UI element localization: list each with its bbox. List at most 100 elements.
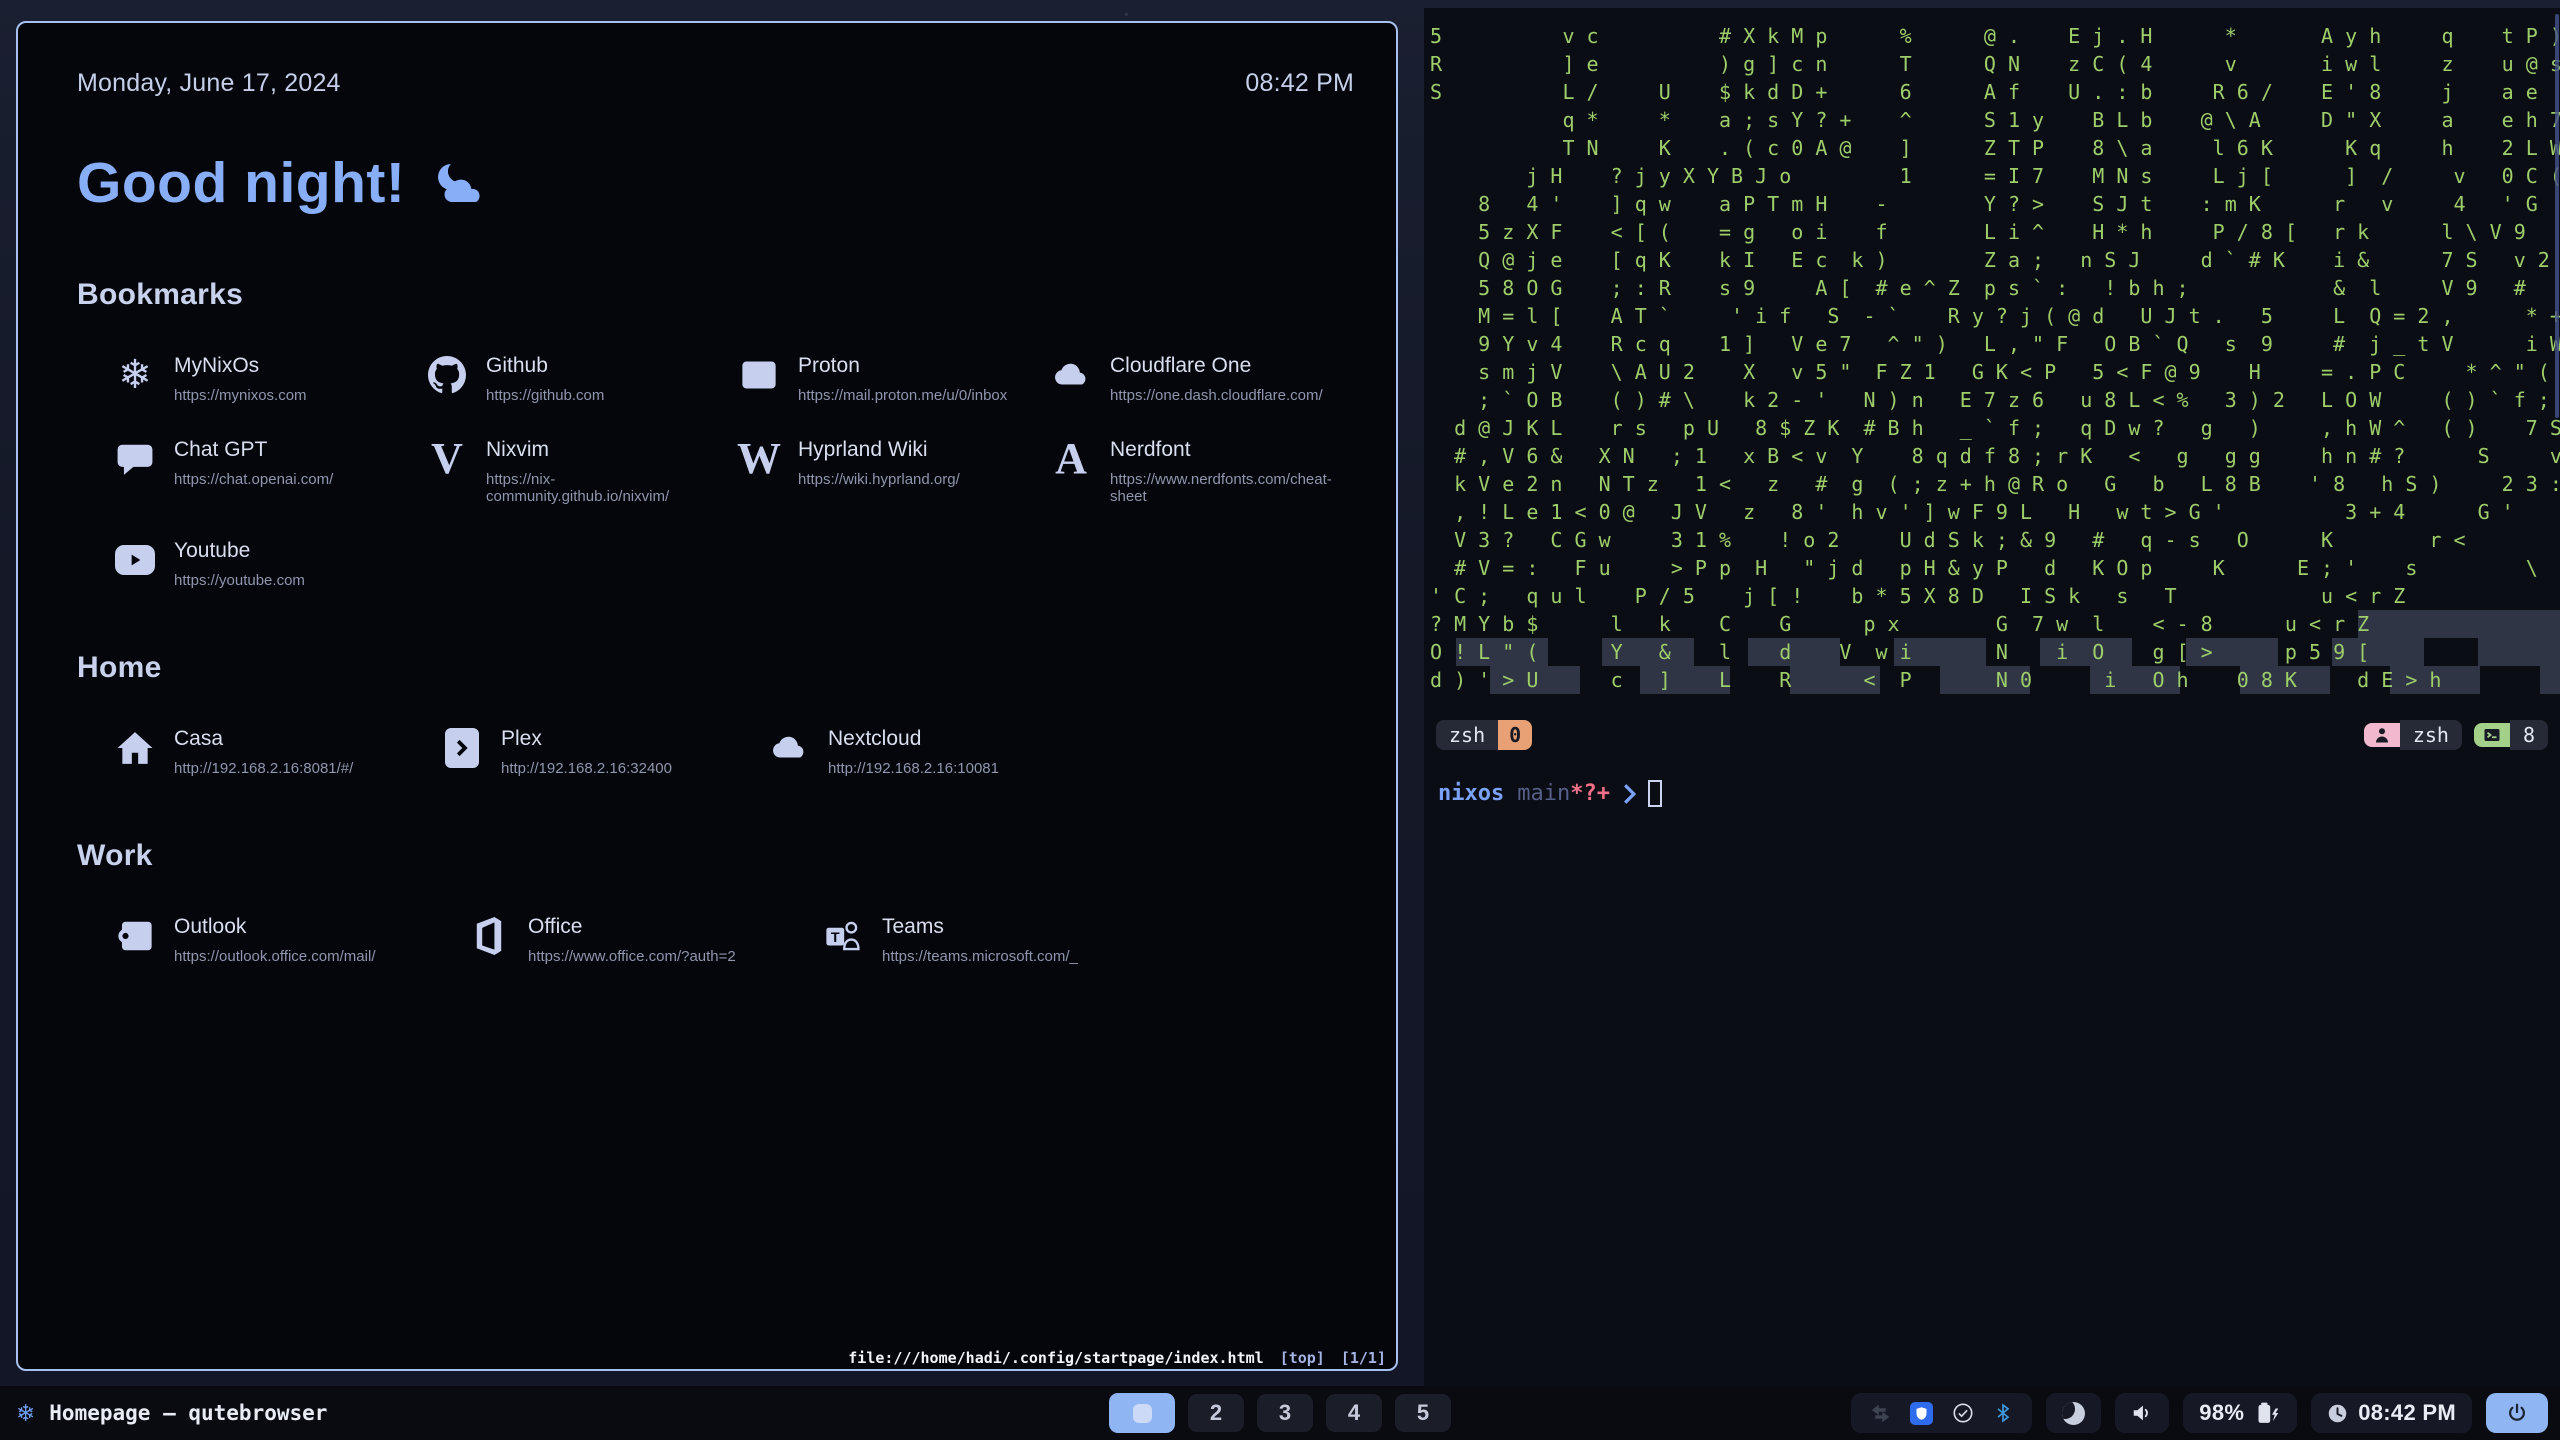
volume-control[interactable]: [2115, 1393, 2169, 1433]
workspace-button-5[interactable]: 5: [1395, 1394, 1451, 1432]
bookmark-youtube[interactable]: Youtube https://youtube.com: [113, 537, 425, 589]
desktop: { "colors": { "accent_blue": "#8fb5f3", …: [0, 0, 2560, 1440]
prompt-git-status: *?+: [1570, 781, 1610, 806]
letter-icon: A: [1049, 436, 1093, 482]
letter-A-icon: A: [1055, 437, 1087, 481]
bookmark-cloudflare-one[interactable]: Cloudflare One https://one.dash.cloudfla…: [1049, 352, 1361, 404]
matrix-row: V 3 ? C G w 3 1 % ! o 2 U d S k ; & 9 # …: [1430, 526, 2560, 554]
matrix-row: # , V 6 & X N ; 1 x B < v Y 8 q d f 8 ; …: [1430, 442, 2560, 470]
bookmark-url: http://192.168.2.16:10081: [828, 760, 999, 777]
bookmark-url: https://wiki.hyprland.org/: [798, 471, 960, 488]
system-tray: [1851, 1393, 2032, 1433]
terminal-window[interactable]: 5 v c # X k M p % @ . E j . H * A y h q …: [1424, 8, 2560, 1386]
workspace-active-indicator: [1133, 1404, 1152, 1423]
matrix-row: d @ J K L r s p U 8 $ Z K # B h _ ` f ; …: [1430, 414, 2560, 442]
matrix-row: j H ? j y X Y B J o 1 = I 7 M N s L j [ …: [1430, 162, 2560, 190]
time-text: 08:42 PM: [1245, 69, 1354, 98]
check-circle-icon[interactable]: [1952, 1402, 1974, 1424]
qutebrowser-window: Monday, June 17, 2024 08:42 PM Good nigh…: [16, 21, 1398, 1371]
cloud-icon: [770, 729, 808, 767]
bookmark-name: Youtube: [174, 539, 305, 563]
matrix-row: ; ` O B ( ) # \ k 2 - ' N ) n E 7 z 6 u …: [1430, 386, 2560, 414]
bookmark-name: Outlook: [174, 915, 375, 939]
matrix-row: 5 z X F < [ ( = g o i f L i ^ H * h P / …: [1430, 218, 2560, 246]
office-blob-icon: [470, 917, 508, 955]
bookmark-hyprland-wiki[interactable]: W Hyprland Wiki https://wiki.hyprland.or…: [737, 436, 1049, 505]
bookmark-proton[interactable]: Proton https://mail.proton.me/u/0/inbox: [737, 352, 1049, 404]
bookmark-nixvim[interactable]: V Nixvim https://nix-community.github.io…: [425, 436, 737, 505]
github-octocat-icon: [428, 356, 466, 394]
bluetooth-icon[interactable]: [1993, 1402, 2013, 1424]
power-button[interactable]: [2486, 1393, 2548, 1433]
bookmark-github[interactable]: Github https://github.com: [425, 352, 737, 404]
teams-person-icon: T: [821, 913, 865, 959]
workspaces: 2345: [1109, 1393, 1451, 1433]
prompt-host: nixos: [1438, 781, 1504, 806]
bookmark-url: https://mail.proton.me/u/0/inbox: [798, 387, 1007, 404]
bookmark-plex[interactable]: Plex http://192.168.2.16:32400: [440, 725, 767, 777]
matrix-row: q * * a ; s Y ? + ^ S 1 y B L b @ \ A D …: [1430, 106, 2560, 134]
battery-module[interactable]: 98%: [2183, 1393, 2297, 1433]
workspace-button-3[interactable]: 3: [1257, 1394, 1313, 1432]
bookmark-nextcloud[interactable]: Nextcloud http://192.168.2.16:10081: [767, 725, 1094, 777]
matrix-row: 5 8 O G ; : R s 9 A [ # e ^ Z p s ` : ! …: [1430, 274, 2560, 302]
svg-text:T: T: [831, 930, 840, 946]
plex-chevron-icon: [440, 725, 484, 771]
section-links: Outlook https://outlook.office.com/mail/…: [113, 913, 1354, 965]
bookmark-outlook[interactable]: Outlook https://outlook.office.com/mail/: [113, 913, 467, 965]
user-shell-label: zsh: [2400, 720, 2462, 750]
statusbar: file:///home/hadi/.config/startpage/inde…: [848, 1349, 1386, 1367]
terminal-scrollbar[interactable]: [2555, 14, 2559, 418]
bookmark-chat-gpt[interactable]: Chat GPT https://chat.openai.com/: [113, 436, 425, 505]
bitwarden-shield-icon[interactable]: [1910, 1402, 1933, 1425]
pane-count: 8: [2510, 720, 2548, 750]
workspace-button-2[interactable]: 2: [1188, 1394, 1244, 1432]
office-blob-icon: [467, 913, 511, 959]
mail-envelope-icon: [737, 352, 781, 398]
workspace-button-1[interactable]: [1109, 1393, 1175, 1433]
greeting-heading: Good night!: [77, 150, 1354, 216]
bookmark-mynixos[interactable]: ❄ MyNixOs https://mynixos.com: [113, 352, 425, 404]
taskbar-window-info: ❄ Homepage — qutebrowser: [16, 1400, 327, 1427]
date-text: Monday, June 17, 2024: [77, 69, 341, 98]
matrix-row: ? M Y b $ l k C G p x G 7 w l < - 8 u < …: [1430, 610, 2560, 638]
matrix-row: 8 4 ' ] q w a P T m H - Y ? > S J t : m …: [1430, 190, 2560, 218]
bookmark-nerdfont[interactable]: A Nerdfont https://www.nerdfonts.com/che…: [1049, 436, 1361, 505]
bookmark-casa[interactable]: Casa http://192.168.2.16:8081/#/: [113, 725, 440, 777]
kdeconnect-arrows-icon[interactable]: [1870, 1403, 1891, 1424]
teams-person-icon: T: [824, 917, 862, 955]
workspace-button-4[interactable]: 4: [1326, 1394, 1382, 1432]
letter-icon: W: [737, 436, 781, 482]
letter-W-icon: W: [737, 437, 781, 481]
cloud-icon: [1052, 356, 1090, 394]
cursor-block: [1648, 780, 1662, 807]
clock-text: 08:42 PM: [2358, 1400, 2456, 1426]
section-work: Work Outlook https://outlook.office.com/…: [77, 839, 1354, 965]
bookmark-office[interactable]: Office https://www.office.com/?auth=2: [467, 913, 821, 965]
greeting-text: Good night!: [77, 150, 405, 216]
nix-snowflake-icon: ❄: [118, 355, 152, 395]
prompt-line[interactable]: nixos main *?+: [1424, 780, 2560, 807]
clock-module[interactable]: 08:42 PM: [2311, 1393, 2472, 1433]
section-links: ❄ MyNixOs https://mynixos.com Github htt…: [113, 352, 1354, 589]
speaker-icon: [2131, 1402, 2153, 1424]
shell-tab[interactable]: zsh 0: [1436, 720, 1532, 750]
taskbar: ❄ Homepage — qutebrowser 2345 98% 08:42 …: [0, 1386, 2560, 1440]
section-links: Casa http://192.168.2.16:8081/#/ Plex ht…: [113, 725, 1354, 777]
bookmark-name: Github: [486, 354, 604, 378]
bookmark-name: MyNixOs: [174, 354, 307, 378]
nix-snowflake-icon: ❄: [16, 1400, 35, 1427]
nix-snowflake-icon: ❄: [113, 352, 157, 398]
night-light-toggle[interactable]: [2046, 1393, 2101, 1433]
bookmark-teams[interactable]: T Teams https://teams.microsoft.com/_: [821, 913, 1175, 965]
pane-count-badge: [2474, 723, 2510, 747]
chat-bubble-icon: [113, 436, 157, 482]
taskbar-right-modules: 98% 08:42 PM: [1851, 1393, 2548, 1433]
plex-chevron-icon: [445, 728, 479, 768]
cloud-icon: [1049, 352, 1093, 398]
bookmark-url: https://outlook.office.com/mail/: [174, 948, 375, 965]
bookmark-name: Proton: [798, 354, 1007, 378]
terminal-tab-bar: zsh 0 zsh 8: [1424, 720, 2560, 750]
matrix-pane: 5 v c # X k M p % @ . E j . H * A y h q …: [1424, 8, 2560, 698]
terminal-icon: [2483, 726, 2501, 744]
